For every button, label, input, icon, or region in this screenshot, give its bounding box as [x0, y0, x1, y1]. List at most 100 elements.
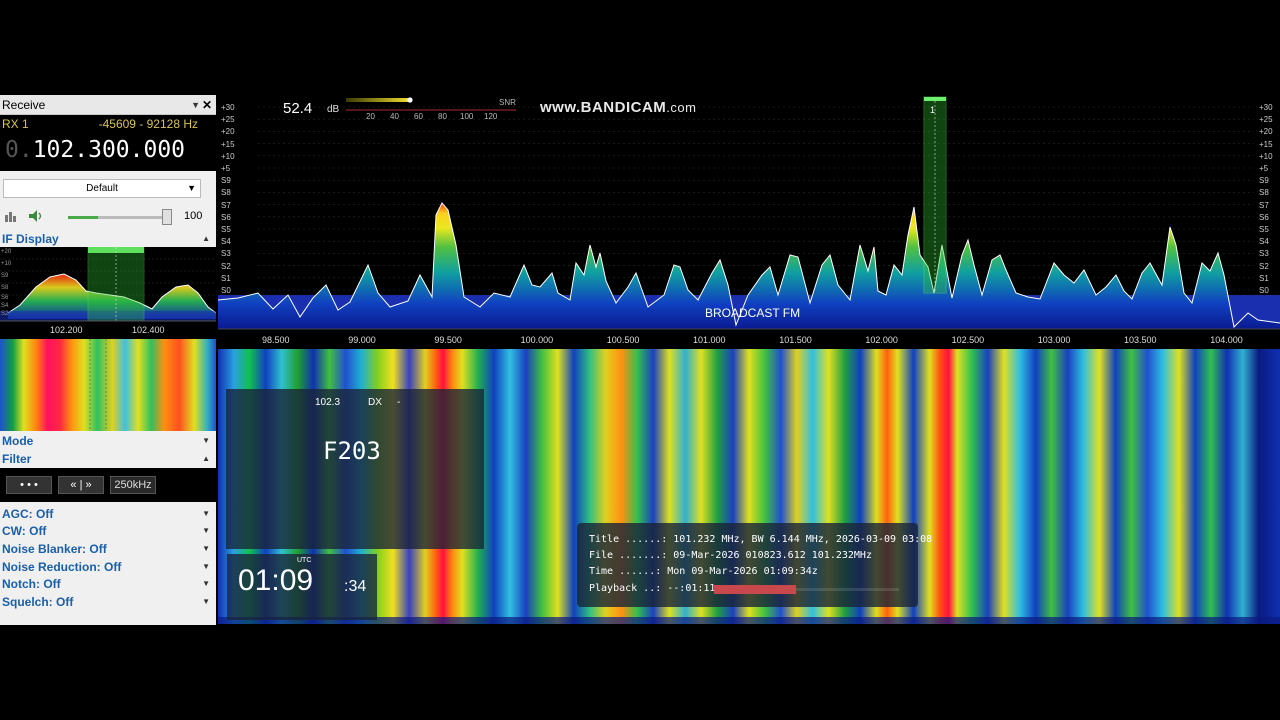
expand-arrow-icon[interactable]: ▼: [202, 432, 210, 450]
scale-left-label: +10: [221, 151, 235, 161]
agc-header[interactable]: AGC: Off ▼: [0, 505, 216, 523]
rds-frequency: 102.3: [315, 397, 341, 408]
vfo-frequency[interactable]: 0.102.300.000: [5, 137, 185, 163]
bandwidth-button[interactable]: 250kHz: [110, 476, 156, 494]
filter-title: Filter: [2, 452, 32, 466]
snr-tick: 60: [414, 112, 423, 121]
scale-left-label: S5: [221, 225, 231, 234]
spectrum-display[interactable]: 52.4 dB SNR 20 40 60 80 100 120 www.BAND…: [218, 95, 1280, 347]
filter-header[interactable]: Filter ▲: [0, 450, 216, 468]
cw-header[interactable]: CW: Off ▼: [0, 522, 216, 540]
if-freq-tick: 102.200: [50, 325, 83, 335]
scale-right-label: +30: [1259, 103, 1273, 112]
close-icon[interactable]: ✕: [202, 95, 212, 115]
filter-more-button[interactable]: • • •: [6, 476, 52, 494]
info-playback: Playback ..: --:01:11: [589, 583, 716, 594]
volume-value: 100: [184, 210, 203, 222]
collapse-arrow-icon[interactable]: ▲: [202, 230, 210, 248]
frequency-tick-label: 103.500: [1124, 335, 1157, 345]
expand-arrow-icon[interactable]: ▼: [202, 593, 210, 611]
scale-right-label: S2: [1259, 261, 1269, 271]
if-scale-label: S2: [1, 311, 9, 317]
scale-right-label: S7: [1259, 200, 1269, 210]
frequency-tick-label: 100.000: [520, 335, 554, 345]
scale-left-label: S3: [221, 249, 231, 259]
tuning-marker-top: [924, 97, 946, 101]
info-title: Title ......: 101.232 MHz, BW 6.144 MHz,…: [589, 534, 933, 545]
sdr-application: Receive ▼ ✕ RX 1 -45609 - 92128 Hz 0.102…: [0, 95, 1280, 625]
receive-panel-header[interactable]: Receive ▼ ✕: [0, 95, 216, 115]
snr-label: SNR: [499, 98, 516, 107]
rx-range: -45609 - 92128 Hz: [98, 117, 198, 131]
frequency-tick-label: 99.500: [434, 335, 462, 345]
rx-label: RX 1: [2, 117, 29, 131]
if-scale-label: +20: [1, 249, 12, 255]
squelch-header[interactable]: Squelch: Off ▼: [0, 593, 216, 611]
expand-arrow-icon[interactable]: ▼: [202, 505, 210, 523]
if-display-header[interactable]: IF Display ▲: [0, 230, 216, 248]
frequency-tick-label: 104.000: [1210, 335, 1243, 345]
mode-header[interactable]: Mode ▼: [0, 432, 216, 450]
scale-right-label: S9: [1259, 176, 1269, 186]
scale-left-label: S0: [221, 286, 231, 295]
collapse-arrow-icon[interactable]: ▼: [191, 95, 200, 115]
cw-label: CW: Off: [2, 524, 47, 538]
scale-right-label: +10: [1259, 151, 1273, 161]
scale-left-label: +5: [221, 164, 231, 173]
snr-unit: dB: [327, 104, 340, 115]
scale-right-label: S3: [1259, 249, 1269, 259]
expand-arrow-icon[interactable]: ▼: [202, 522, 210, 540]
filter-nav-button[interactable]: « | »: [58, 476, 104, 494]
scale-right-label: +5: [1259, 164, 1269, 173]
band-label: BROADCAST FM: [705, 306, 801, 320]
scale-left-label: S9: [221, 176, 231, 186]
playback-progress-bar[interactable]: [714, 585, 796, 594]
scale-left-label: S6: [221, 212, 231, 222]
snr-tick: 120: [484, 112, 498, 121]
info-time: Time ......: Mon 09-Mar-2026 01:09:34z: [589, 566, 818, 577]
frequency-tick-label: 101.500: [779, 335, 812, 345]
scale-left-label: +15: [221, 139, 235, 149]
scale-left-label: S4: [221, 237, 231, 247]
signal-bars-icon[interactable]: [5, 210, 19, 222]
if-scale-label: S9: [1, 273, 9, 279]
expand-arrow-icon[interactable]: ▼: [202, 575, 210, 593]
expand-arrow-icon[interactable]: ▼: [202, 540, 210, 558]
collapse-arrow-icon[interactable]: ▲: [202, 450, 210, 468]
scale-right-label: +20: [1259, 127, 1273, 137]
scale-right-label: S8: [1259, 188, 1269, 198]
frequency-tick-label: 99.000: [348, 335, 376, 345]
frequency-tick-label: 102.500: [951, 335, 985, 345]
preset-select[interactable]: Default ▼: [3, 179, 201, 198]
snr-tick: 40: [390, 112, 399, 121]
agc-label: AGC: Off: [2, 507, 54, 521]
clock-seconds: :34: [344, 578, 367, 595]
frequency-display[interactable]: RX 1 -45609 - 92128 Hz 0.102.300.000: [0, 115, 216, 171]
snr-bar-thumb: [407, 97, 413, 103]
frequency-tick-label: 100.500: [606, 335, 640, 345]
if-spectrum-graph: [0, 247, 216, 339]
noise-blanker-label: Noise Blanker: Off: [2, 542, 107, 556]
noise-reduction-label: Noise Reduction: Off: [2, 560, 122, 574]
volume-thumb[interactable]: [162, 209, 172, 225]
preset-value: Default: [86, 183, 118, 194]
notch-header[interactable]: Notch: Off ▼: [0, 575, 216, 593]
if-spectrum[interactable]: +20 +10 S9 S8 S6 S4 S2 102.200 102.400: [0, 247, 216, 339]
if-scale-label: S4: [1, 303, 9, 309]
recording-info-panel: Title ......: 101.232 MHz, BW 6.144 MHz,…: [577, 523, 932, 607]
playback-track[interactable]: [796, 588, 899, 591]
noise-blanker-header[interactable]: Noise Blanker: Off ▼: [0, 540, 216, 558]
noise-reduction-header[interactable]: Noise Reduction: Off ▼: [0, 558, 216, 576]
volume-slider[interactable]: [68, 216, 170, 219]
if-display-title: IF Display: [2, 232, 59, 246]
scale-right-label: S6: [1259, 212, 1269, 222]
scale-right-label: S4: [1259, 237, 1269, 247]
scale-right-label: S0: [1259, 286, 1269, 295]
expand-arrow-icon[interactable]: ▼: [202, 558, 210, 576]
speaker-icon[interactable]: [28, 209, 44, 223]
chevron-down-icon: ▼: [187, 183, 196, 193]
filter-controls: • • • « | » 250kHz: [0, 468, 216, 502]
scale-right-label: S1: [1259, 273, 1269, 283]
if-waterfall[interactable]: [0, 339, 216, 431]
waterfall-display[interactable]: 102.3 DX - F203 UTC 01:09 :34 Title ....…: [218, 349, 1280, 624]
